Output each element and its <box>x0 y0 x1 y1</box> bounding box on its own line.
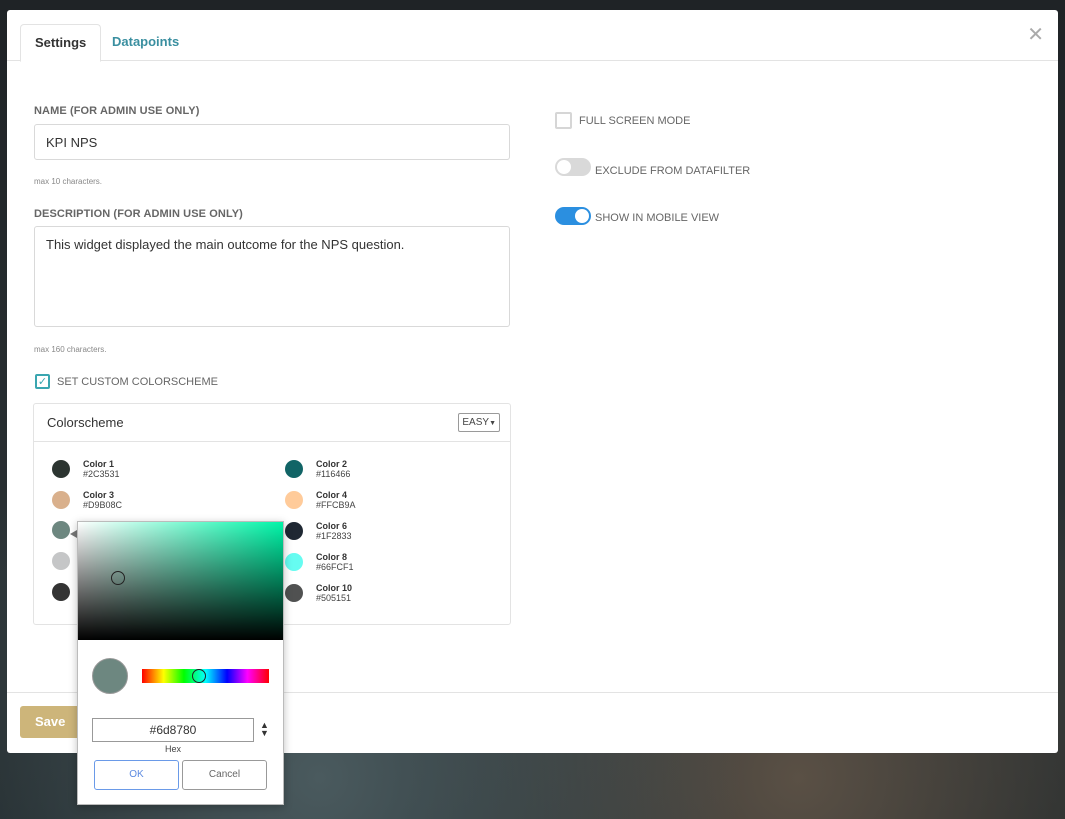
color-hex: #505151 <box>316 593 352 603</box>
color-preview <box>92 658 128 694</box>
format-toggle-icon[interactable]: ▲ ▼ <box>260 721 269 738</box>
color-name: Color 10 <box>316 583 353 593</box>
color-hex: #116466 <box>316 469 351 479</box>
full-screen-checkbox[interactable] <box>555 112 572 129</box>
mobile-view-row[interactable]: SHOW IN MOBILE VIEW <box>555 207 719 225</box>
close-icon[interactable]: ✕ <box>1027 25 1044 45</box>
cancel-button[interactable]: Cancel <box>182 760 267 790</box>
mobile-view-toggle[interactable] <box>555 207 591 225</box>
color-item[interactable]: Color 4 #FFCB9A <box>285 490 356 510</box>
color-swatch[interactable] <box>285 491 303 509</box>
color-picker-popup: #6d8780 ▲ ▼ Hex OK Cancel <box>77 521 284 805</box>
name-label: NAME (FOR ADMIN USE ONLY) <box>34 105 200 117</box>
color-swatch[interactable] <box>52 552 70 570</box>
hex-input[interactable]: #6d8780 <box>92 718 254 742</box>
hex-label: Hex <box>164 744 181 754</box>
color-item[interactable]: Color 10 #505151 <box>285 583 352 603</box>
color-hex: #D9B08C <box>83 500 123 510</box>
color-name: Color 6 <box>316 521 348 531</box>
colorscheme-title: Colorscheme <box>47 415 124 430</box>
picker-pointer <box>70 530 77 538</box>
color-hex: #FFCB9A <box>316 500 356 510</box>
color-name: Color 3 <box>83 490 115 500</box>
full-screen-row[interactable]: FULL SCREEN MODE <box>555 112 690 129</box>
color-item[interactable]: Color 3 #D9B08C <box>52 490 122 510</box>
description-textarea[interactable]: This widget displayed the main outcome f… <box>34 226 510 327</box>
name-input[interactable]: KPI NPS <box>34 124 510 160</box>
color-swatch[interactable] <box>285 460 303 478</box>
color-swatch[interactable] <box>285 584 303 602</box>
save-button[interactable]: Save <box>20 706 80 738</box>
color-swatch[interactable] <box>52 491 70 509</box>
exclude-datafilter-label: EXCLUDE FROM DATAFILTER <box>595 165 751 177</box>
color-item[interactable]: Color 1 #2C3531 <box>52 459 120 479</box>
mobile-view-label: SHOW IN MOBILE VIEW <box>595 212 720 224</box>
tab-datapoints[interactable]: Datapoints <box>98 24 193 62</box>
color-hex: #1F2833 <box>316 531 352 541</box>
color-hex: #66FCF1 <box>316 562 354 572</box>
colorscheme-header: Colorscheme EASY▼ <box>34 404 510 442</box>
color-name: Color 2 <box>316 459 348 469</box>
chevron-down-icon: ▼ <box>489 420 496 427</box>
colorscheme-mode-label: EASY <box>462 417 490 428</box>
saturation-handle[interactable] <box>111 571 125 585</box>
name-hint: max 10 characters. <box>34 177 103 186</box>
color-hex: #2C3531 <box>83 469 120 479</box>
ok-button[interactable]: OK <box>94 760 179 790</box>
color-swatch[interactable] <box>52 460 70 478</box>
color-swatch[interactable] <box>52 583 70 601</box>
color-item[interactable]: Color 8 #66FCF1 <box>285 552 354 572</box>
tab-settings[interactable]: Settings <box>20 24 102 62</box>
color-name: Color 4 <box>316 490 348 500</box>
color-swatch[interactable] <box>52 521 70 539</box>
colorscheme-mode-dropdown[interactable]: EASY▼ <box>458 413 500 432</box>
exclude-datafilter-row[interactable]: EXCLUDE FROM DATAFILTER <box>555 157 750 177</box>
full-screen-label: FULL SCREEN MODE <box>579 114 691 127</box>
custom-colorscheme-checkbox[interactable]: ✓ <box>35 374 50 389</box>
color-name: Color 1 <box>83 459 115 469</box>
color-item[interactable]: Color 2 #116466 <box>285 459 350 479</box>
color-swatch[interactable] <box>285 522 303 540</box>
custom-colorscheme-row[interactable]: ✓ SET CUSTOM COLORSCHEME <box>35 374 218 389</box>
hue-handle[interactable] <box>192 669 206 683</box>
description-hint: max 160 characters. <box>34 345 107 354</box>
custom-colorscheme-label: SET CUSTOM COLORSCHEME <box>57 375 218 388</box>
color-item[interactable]: Color 6 #1F2833 <box>285 521 352 541</box>
color-name: Color 8 <box>316 552 348 562</box>
color-swatch[interactable] <box>285 553 303 571</box>
tab-bar: Settings Datapoints ✕ <box>7 10 1058 62</box>
description-label: DESCRIPTION (FOR ADMIN USE ONLY) <box>34 208 243 220</box>
saturation-area[interactable] <box>78 522 283 640</box>
exclude-datafilter-toggle[interactable] <box>555 158 591 176</box>
